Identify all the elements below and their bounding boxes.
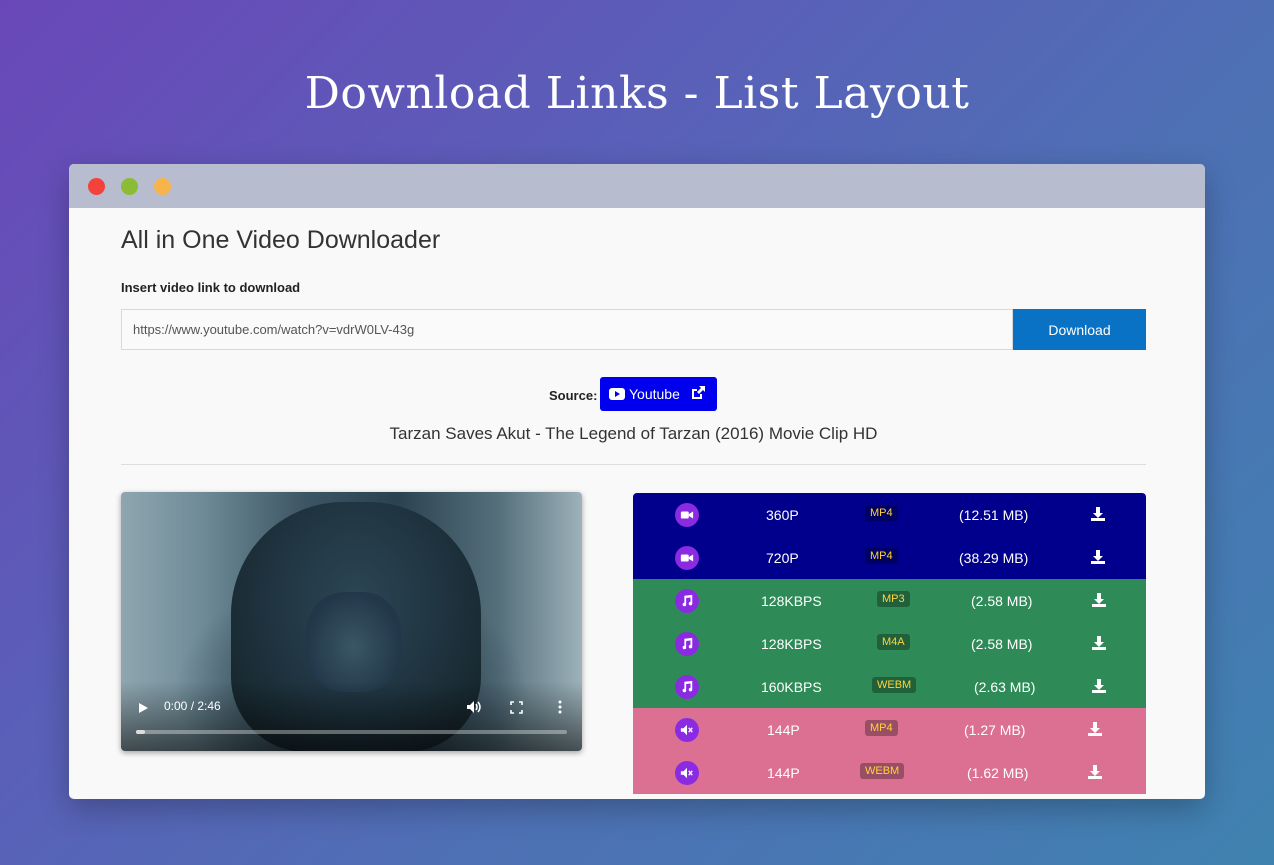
download-link-row[interactable]: 144P MP4 (1.27 MB) (633, 708, 1146, 751)
source-row: Source: Youtube (121, 377, 1146, 411)
download-link-row[interactable]: 128KBPS M4A (2.58 MB) (633, 622, 1146, 665)
fullscreen-icon[interactable] (510, 701, 523, 714)
browser-window: All in One Video Downloader Insert video… (69, 164, 1205, 799)
external-link-icon (692, 386, 705, 399)
link-file-size: (38.29 MB) (959, 550, 1029, 566)
link-quality: 128KBPS (761, 593, 822, 609)
video-frame-face (306, 592, 401, 692)
url-input-label: Insert video link to download (121, 280, 301, 295)
link-format-badge: MP4 (865, 720, 898, 736)
app-content: All in One Video Downloader Insert video… (121, 208, 1146, 799)
app-title: All in One Video Downloader (121, 226, 441, 254)
window-titlebar (69, 164, 1205, 208)
link-quality: 360P (766, 507, 799, 523)
link-file-size: (1.62 MB) (967, 765, 1029, 781)
page-heading: Download Links - List Layout (304, 68, 970, 119)
close-window-dot[interactable] (88, 178, 105, 195)
music-note-icon (675, 632, 699, 656)
link-format-badge: M4A (877, 634, 910, 650)
download-icon[interactable] (1087, 764, 1103, 780)
video-camera-icon (675, 546, 699, 570)
download-link-row[interactable]: 360P MP4 (12.51 MB) (633, 493, 1146, 536)
video-url-input[interactable] (121, 309, 1013, 350)
link-format-badge: MP4 (865, 505, 898, 521)
link-format-badge: WEBM (860, 763, 905, 779)
maximize-window-dot[interactable] (121, 178, 138, 195)
link-file-size: (2.58 MB) (971, 593, 1033, 609)
music-note-icon (675, 589, 699, 613)
music-note-icon (675, 675, 699, 699)
source-label: Source: (549, 388, 598, 403)
link-format-badge: MP4 (865, 548, 898, 564)
progress-fill (136, 730, 145, 734)
download-link-row[interactable]: 128KBPS MP3 (2.58 MB) (633, 579, 1146, 622)
link-quality: 144P (767, 722, 800, 738)
volume-mute-icon (675, 718, 699, 742)
download-icon[interactable] (1090, 549, 1106, 565)
download-link-row[interactable]: 144P WEBM (1.62 MB) (633, 751, 1146, 794)
download-icon[interactable] (1091, 678, 1107, 694)
download-icon[interactable] (1091, 592, 1107, 608)
minimize-window-dot[interactable] (154, 178, 171, 195)
link-file-size: (12.51 MB) (959, 507, 1029, 523)
link-format-badge: MP3 (877, 591, 910, 607)
player-controls-bar (121, 681, 582, 751)
youtube-icon (609, 388, 625, 400)
play-icon[interactable] (139, 703, 148, 713)
volume-icon[interactable] (466, 700, 482, 714)
link-file-size: (2.63 MB) (974, 679, 1036, 695)
video-camera-icon (675, 503, 699, 527)
link-quality: 128KBPS (761, 636, 822, 652)
video-title: Tarzan Saves Akut - The Legend of Tarzan… (389, 424, 878, 443)
video-player[interactable]: 0:00 / 2:46 (121, 492, 582, 751)
divider (121, 464, 1146, 465)
link-format-badge: WEBM (872, 677, 917, 693)
more-options-icon[interactable] (558, 700, 562, 714)
link-file-size: (2.58 MB) (971, 636, 1033, 652)
link-file-size: (1.27 MB) (964, 722, 1026, 738)
download-icon[interactable] (1091, 635, 1107, 651)
download-link-row[interactable]: 720P MP4 (38.29 MB) (633, 536, 1146, 579)
source-name: Youtube (629, 386, 680, 402)
link-quality: 160KBPS (761, 679, 822, 695)
download-button[interactable]: Download (1013, 309, 1146, 350)
volume-mute-icon (675, 761, 699, 785)
link-quality: 720P (766, 550, 799, 566)
player-time: 0:00 / 2:46 (164, 699, 221, 713)
download-links-list: 360P MP4 (12.51 MB) 720P MP4 (38.29 MB) 128KBP… (633, 493, 1146, 799)
download-icon[interactable] (1090, 506, 1106, 522)
progress-bar[interactable] (136, 730, 567, 734)
source-youtube-button[interactable]: Youtube (600, 377, 717, 411)
link-quality: 144P (767, 765, 800, 781)
download-icon[interactable] (1087, 721, 1103, 737)
download-link-row[interactable]: 160KBPS WEBM (2.63 MB) (633, 665, 1146, 708)
